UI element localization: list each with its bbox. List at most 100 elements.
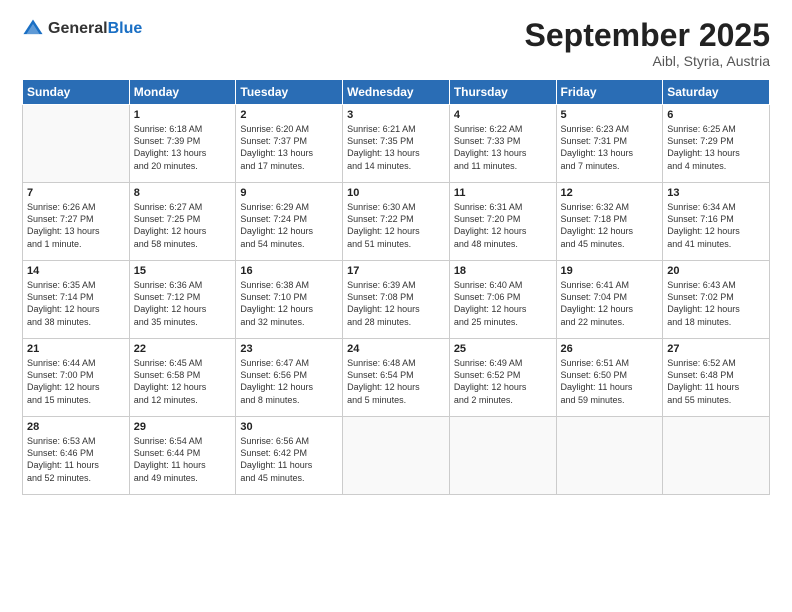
cell-info: and 59 minutes. xyxy=(561,394,659,406)
day-number: 29 xyxy=(134,421,232,433)
cell-info: Sunset: 7:08 PM xyxy=(347,291,445,303)
day-number: 4 xyxy=(454,109,552,121)
day-number: 17 xyxy=(347,265,445,277)
cell-info: and 14 minutes. xyxy=(347,160,445,172)
cell-info: Sunrise: 6:45 AM xyxy=(134,357,232,369)
cell-info: Daylight: 12 hours xyxy=(454,225,552,237)
day-number: 28 xyxy=(27,421,125,433)
table-cell: 19Sunrise: 6:41 AMSunset: 7:04 PMDayligh… xyxy=(556,261,663,339)
cell-info: Sunrise: 6:52 AM xyxy=(667,357,765,369)
table-cell: 21 Sunrise: 6:44 AMSunset: 7:00 PMDayligh… xyxy=(23,339,130,417)
day-number: 1 xyxy=(134,109,232,121)
cell-info: and 2 minutes. xyxy=(454,394,552,406)
cell-info: Sunrise: 6:18 AM xyxy=(134,123,232,135)
col-tuesday: Tuesday xyxy=(236,80,343,105)
cell-info: and 4 minutes. xyxy=(667,160,765,172)
table-row: 28 Sunrise: 6:53 AMSunset: 6:46 PM Dayligh… xyxy=(23,417,770,495)
calendar-subtitle: Aibl, Styria, Austria xyxy=(525,53,770,69)
col-saturday: Saturday xyxy=(663,80,770,105)
cell-info: Sunrise: 6:29 AM xyxy=(240,201,338,213)
cell-info: and 12 minutes. xyxy=(134,394,232,406)
day-number: 13 xyxy=(667,187,765,199)
cell-info: and 17 minutes. xyxy=(240,160,338,172)
table-cell: 16Sunrise: 6:38 AMSunset: 7:10 PMDayligh… xyxy=(236,261,343,339)
table-row: 14Sunrise: 6:35 AMSunset: 7:14 PMDayligh… xyxy=(23,261,770,339)
cell-info: and 48 minutes. xyxy=(454,238,552,250)
table-cell: 8Sunrise: 6:27 AMSunset: 7:25 PMDaylight… xyxy=(129,183,236,261)
col-friday: Friday xyxy=(556,80,663,105)
cell-info: Daylight: 11 hours xyxy=(667,381,765,393)
cell-info: and 51 minutes. xyxy=(347,238,445,250)
cell-info: Sunset: 6:54 PM xyxy=(347,369,445,381)
table-cell: 17Sunrise: 6:39 AMSunset: 7:08 PMDayligh… xyxy=(343,261,450,339)
cell-info: Daylight: 12 hours xyxy=(454,303,552,315)
table-cell: 13Sunrise: 6:34 AMSunset: 7:16 PMDayligh… xyxy=(663,183,770,261)
cell-info: Sunrise: 6:36 AM xyxy=(134,279,232,291)
table-cell: 28Sunrise: 6:53 AMSunset: 6:46 PMDayligh… xyxy=(23,417,130,495)
cell-info: Sunrise: 6:56 AM xyxy=(240,435,338,447)
cell-info: Daylight: 12 hours xyxy=(240,225,338,237)
logo-general: GeneralBlue xyxy=(48,20,142,38)
day-number: 7 xyxy=(27,187,125,199)
cell-info: Sunset: 7:00 PM xyxy=(27,369,125,381)
day-number: 10 xyxy=(347,187,445,199)
day-number: 23 xyxy=(240,343,338,355)
cell-info: Sunrise: 6:26 AM xyxy=(27,201,125,213)
cell-info: Sunrise: 6:44 AM xyxy=(27,357,125,369)
cell-info: Sunset: 7:35 PM xyxy=(347,135,445,147)
cell-info: Daylight: 12 hours xyxy=(27,381,125,393)
day-number: 22 xyxy=(134,343,232,355)
table-row: 1 Sunrise: 6:18 AMSunset: 7:39 PM Daylight… xyxy=(23,105,770,183)
cell-info: Sunrise: 6:43 AM xyxy=(667,279,765,291)
table-row: 21Sunrise: 6:44 AMSunset: 7:00 PMDayligh… xyxy=(23,339,770,417)
table-cell: 10Sunrise: 6:30 AMSunset: 7:22 PMDayligh… xyxy=(343,183,450,261)
day-number: 8 xyxy=(134,187,232,199)
table-cell xyxy=(556,417,663,495)
cell-info: Sunrise: 6:35 AM xyxy=(27,279,125,291)
cell-info: Sunrise: 6:39 AM xyxy=(347,279,445,291)
cell-info: Sunrise: 6:32 AM xyxy=(561,201,659,213)
calendar-title: September 2025 xyxy=(525,18,770,53)
cell-info: Daylight: 11 hours xyxy=(134,459,232,471)
cell-info: Sunrise: 6:53 AM xyxy=(27,435,125,447)
cell-info: Sunset: 6:46 PM xyxy=(27,447,125,459)
cell-info: Sunset: 7:10 PM xyxy=(240,291,338,303)
day-number: 21 xyxy=(27,343,125,355)
calendar-table: Sunday Monday Tuesday Wednesday Thursday… xyxy=(22,79,770,495)
day-number: 30 xyxy=(240,421,338,433)
cell-info: Sunset: 7:37 PM xyxy=(240,135,338,147)
cell-info: Sunset: 6:50 PM xyxy=(561,369,659,381)
cell-info: Sunrise: 6:25 AM xyxy=(667,123,765,135)
cell-info: and 28 minutes. xyxy=(347,316,445,328)
cell-info: and 1 minute. xyxy=(27,238,125,250)
cell-info: Daylight: 11 hours xyxy=(561,381,659,393)
cell-info: Sunrise: 6:51 AM xyxy=(561,357,659,369)
cell-info: and 25 minutes. xyxy=(454,316,552,328)
cell-info: Sunrise: 6:47 AM xyxy=(240,357,338,369)
cell-info: Sunset: 7:02 PM xyxy=(667,291,765,303)
cell-info: Daylight: 13 hours xyxy=(347,147,445,159)
cell-info: Sunset: 7:14 PM xyxy=(27,291,125,303)
cell-info: and 5 minutes. xyxy=(347,394,445,406)
day-number: 12 xyxy=(561,187,659,199)
header: GeneralBlue September 2025 Aibl, Styria,… xyxy=(22,18,770,69)
cell-info: Sunrise: 6:21 AM xyxy=(347,123,445,135)
table-cell: 1Sunrise: 6:18 AMSunset: 7:39 PMDaylight… xyxy=(129,105,236,183)
cell-info: Sunset: 7:22 PM xyxy=(347,213,445,225)
cell-info: Daylight: 12 hours xyxy=(561,303,659,315)
cell-info: Sunset: 7:04 PM xyxy=(561,291,659,303)
header-row: Sunday Monday Tuesday Wednesday Thursday… xyxy=(23,80,770,105)
cell-info: Sunrise: 6:31 AM xyxy=(454,201,552,213)
cell-info: Sunset: 7:33 PM xyxy=(454,135,552,147)
cell-info: Daylight: 13 hours xyxy=(240,147,338,159)
cell-info: and 54 minutes. xyxy=(240,238,338,250)
cell-info: Sunset: 6:58 PM xyxy=(134,369,232,381)
cell-info: Sunrise: 6:22 AM xyxy=(454,123,552,135)
cell-info: Sunrise: 6:27 AM xyxy=(134,201,232,213)
table-cell: 23Sunrise: 6:47 AMSunset: 6:56 PMDayligh… xyxy=(236,339,343,417)
cell-info: Sunset: 6:44 PM xyxy=(134,447,232,459)
cell-info: Daylight: 12 hours xyxy=(27,303,125,315)
col-wednesday: Wednesday xyxy=(343,80,450,105)
day-number: 11 xyxy=(454,187,552,199)
cell-info: Sunset: 7:39 PM xyxy=(134,135,232,147)
